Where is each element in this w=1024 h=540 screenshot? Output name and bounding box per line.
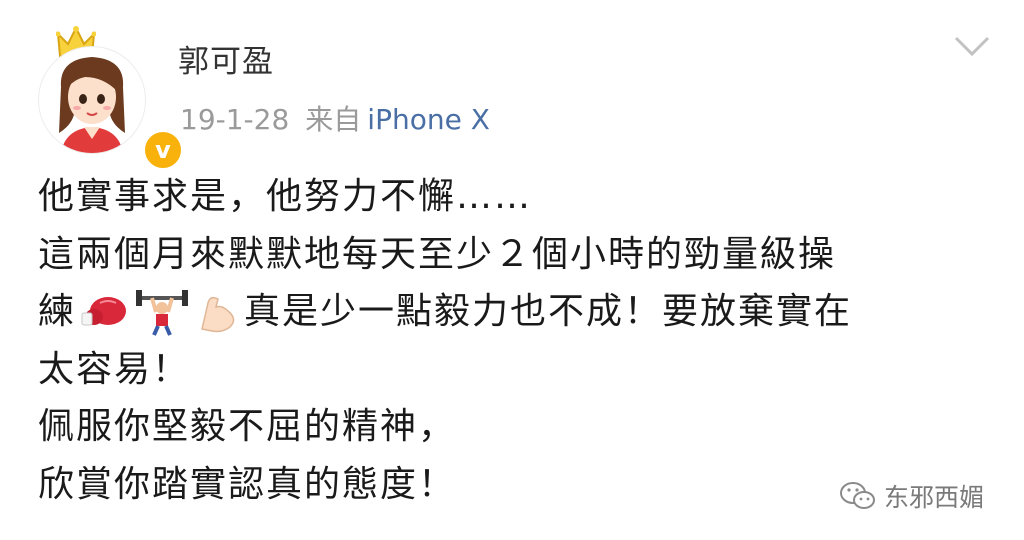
content-line: 這兩個月來默默地每天至少２個小時的勁量級操 [38, 233, 837, 275]
content-line: 佩服你堅毅不屈的精神， [38, 406, 457, 448]
source-prefix: 来自 [305, 103, 362, 136]
content-text: 練 [38, 291, 77, 333]
watermark-text: 东邪西媚 [884, 483, 985, 512]
content-line: 他實事求是，他努力不懈…… [38, 176, 533, 217]
flexed-biceps-icon [201, 297, 235, 333]
weightlifter-icon [136, 290, 189, 336]
verified-badge-icon: v [142, 129, 184, 171]
username[interactable]: 郭可盈 [178, 36, 274, 81]
boxing-glove-icon [81, 297, 127, 326]
watermark: 东邪西媚 [838, 478, 984, 514]
chevron-down-icon[interactable] [950, 32, 994, 60]
post-content: 他實事求是，他努力不懈…… 這兩個月來默默地每天至少２個小時的勁量級操 練 真是… [38, 168, 998, 514]
post-date: 19-1-28 [180, 103, 290, 136]
content-line: 太容易！ [38, 348, 191, 390]
content-line: 練 真是少一點毅力也不成！要放棄實在 [38, 283, 998, 341]
content-text: 真是少一點毅力也不成！要放棄實在 [244, 291, 853, 333]
post-source-link[interactable]: iPhone X [367, 103, 490, 136]
wechat-icon [840, 482, 875, 509]
post-meta: 19-1-28 来自 iPhone X [180, 98, 490, 138]
avatar-image [38, 46, 146, 154]
avatar[interactable]: v [34, 26, 184, 171]
